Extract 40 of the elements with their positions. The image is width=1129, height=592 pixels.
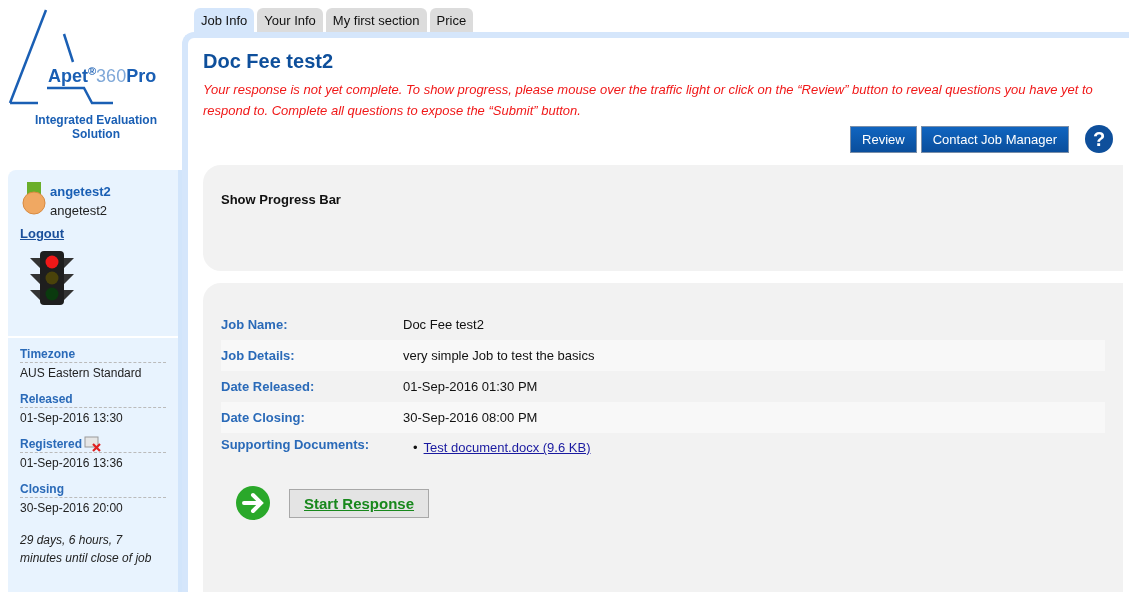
logout-link[interactable]: Logout: [20, 226, 65, 241]
field-label: Job Name:: [221, 317, 289, 332]
tab[interactable]: Price: [429, 8, 474, 32]
job-title: Doc Fee test2: [203, 50, 335, 73]
warning-text: Your response is not yet complete. To show progress, please mouse over the traffic light or click on the “Review” button to reveal questions you have yet to respond to. Complete all questions to expose the “Submit” button.: [203, 81, 1094, 120]
bullet: •: [413, 440, 418, 455]
tab[interactable]: Job Info: [194, 8, 255, 32]
field-value: 01-Sep-2016 01:30 PM: [403, 379, 538, 394]
info-label: Released: [20, 391, 73, 407]
field-value: 30-Sep-2016 08:00 PM: [403, 410, 538, 425]
info-label: Closing: [20, 481, 64, 497]
info-label: Registered: [20, 436, 83, 452]
action-button[interactable]: Review: [850, 125, 917, 153]
action-button[interactable]: Contact Job Manager: [920, 125, 1069, 153]
help-button[interactable]: ?: [1085, 125, 1113, 153]
field-value: very simple Job to test the basics: [403, 348, 595, 363]
arrow-right-icon[interactable]: [235, 485, 271, 521]
info-value: 30-Sep-2016 20:00: [20, 501, 123, 515]
logo-tagline: Integrated Evaluation Solution: [34, 113, 158, 141]
username: angetest2: [50, 202, 109, 220]
field-value: Doc Fee test2: [403, 317, 484, 332]
info-value: 01-Sep-2016 13:30: [20, 411, 123, 425]
tab[interactable]: My first section: [325, 8, 427, 32]
document-link[interactable]: Test document.docx (9.6 KB): [423, 440, 591, 455]
field-label: Supporting Documents:: [221, 437, 371, 452]
logo-name: Apet$^{®}$360Pro: [48, 66, 157, 87]
start-response-button[interactable]: Start Response: [289, 488, 430, 518]
field-label: Date Released:: [221, 379, 316, 394]
tab[interactable]: Your Info: [257, 8, 323, 32]
progress-toggle[interactable]: Show Progress Bar: [221, 192, 341, 207]
countdown-text: 29 days, 6 hours, 7 minutes until close of job: [20, 532, 153, 567]
field-label: Job Details:: [221, 348, 296, 363]
medal-icon: [22, 182, 46, 216]
info-label: Timezone: [20, 346, 76, 362]
username-link[interactable]: angetest2: [50, 182, 111, 201]
info-value: 01-Sep-2016 13:36: [20, 456, 123, 470]
info-value: AUS Eastern Standard: [20, 366, 142, 380]
document-delete-icon[interactable]: [84, 436, 103, 452]
traffic-light-icon[interactable]: [28, 250, 76, 306]
field-label: Date Closing:: [221, 410, 306, 425]
